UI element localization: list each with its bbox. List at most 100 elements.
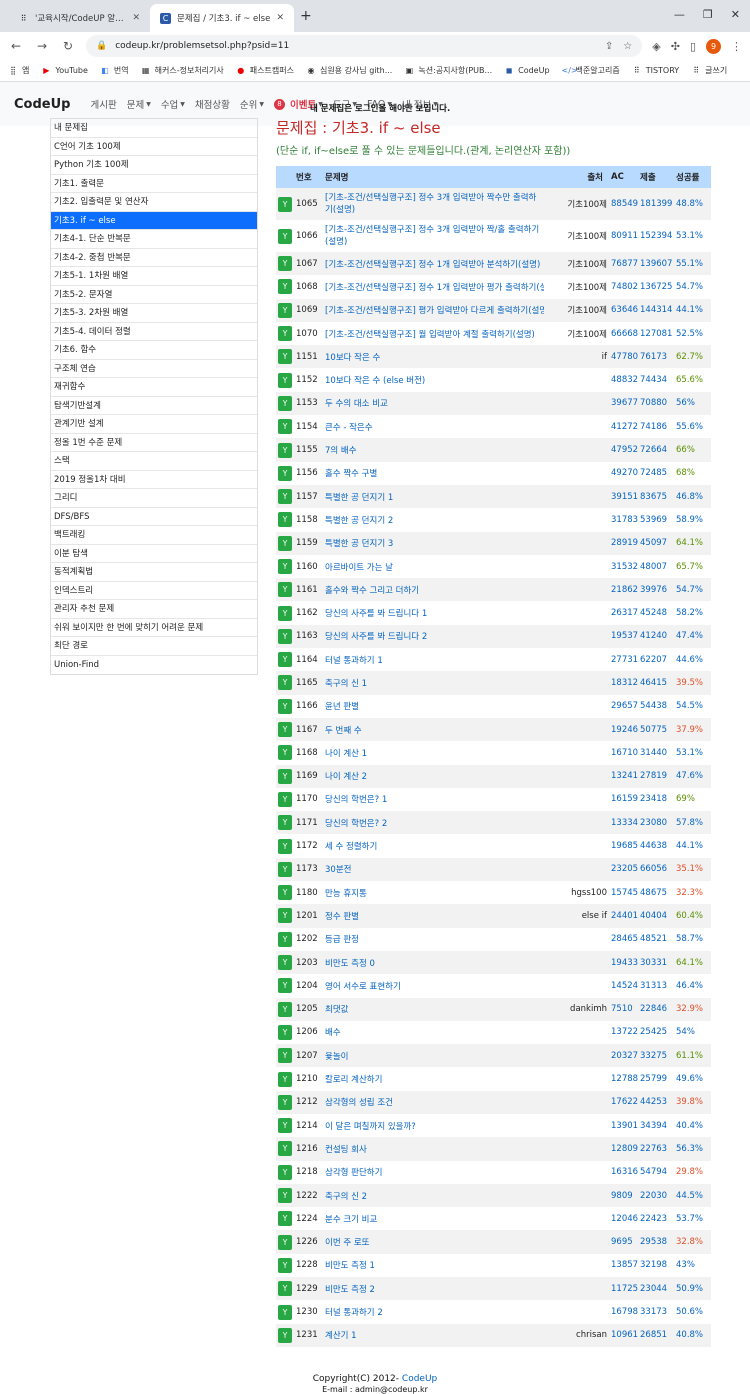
problem-title-link[interactable]: 만능 휴지통	[325, 889, 367, 899]
accepted-badge[interactable]: Y	[278, 931, 292, 947]
maximize-icon[interactable]: ❐	[703, 8, 713, 21]
accepted-badge[interactable]: Y	[278, 791, 292, 807]
submit-count[interactable]: 23080	[640, 811, 676, 835]
sidebar-item[interactable]: 스택	[51, 452, 257, 471]
minimize-icon[interactable]: —	[674, 8, 685, 21]
accepted-badge[interactable]: Y	[278, 1094, 292, 1110]
submit-count[interactable]: 72664	[640, 438, 676, 462]
accepted-badge[interactable]: Y	[278, 745, 292, 761]
ac-count[interactable]: 9809	[611, 1183, 640, 1208]
ac-count[interactable]: 28465	[611, 928, 640, 951]
accepted-badge[interactable]: Y	[278, 698, 292, 714]
ac-count[interactable]: 16316	[611, 1161, 640, 1184]
submit-count[interactable]: 139607	[640, 252, 676, 276]
problem-title-link[interactable]: 당신의 학번은? 2	[325, 819, 387, 829]
accepted-badge[interactable]: Y	[278, 349, 292, 365]
sidebar-item[interactable]: 기초6. 함수	[51, 341, 257, 360]
problem-title-link[interactable]: 당신의 학번은? 1	[325, 795, 387, 805]
problem-title-link[interactable]: 아르바이트 가는 날	[325, 563, 393, 573]
problem-title-link[interactable]: 당신의 사주를 봐 드립니다 1	[325, 609, 427, 619]
ac-count[interactable]: 88549	[611, 188, 640, 220]
submit-count[interactable]: 136725	[640, 275, 676, 298]
bookmark-write[interactable]: ⠿ 글쓰기	[691, 65, 727, 76]
sidebar-item[interactable]: 동적계획법	[51, 563, 257, 582]
submit-count[interactable]: 39976	[640, 578, 676, 602]
ac-count[interactable]: 21862	[611, 578, 640, 602]
ac-count[interactable]: 14524	[611, 974, 640, 997]
accepted-badge[interactable]: Y	[278, 722, 292, 738]
problem-title-link[interactable]: 분수 크기 비교	[325, 1215, 377, 1225]
close-tab-icon[interactable]: ✕	[132, 13, 140, 23]
submit-count[interactable]: 22030	[640, 1183, 676, 1208]
sidebar-item[interactable]: 기초1. 출력문	[51, 175, 257, 193]
ac-count[interactable]: 17622	[611, 1090, 640, 1114]
ac-count[interactable]: 41272	[611, 415, 640, 438]
problem-title-link[interactable]: 계산기 1	[325, 1331, 357, 1341]
bookmark-apps[interactable]: ⣿ 앱	[8, 65, 29, 76]
ac-count[interactable]: 48832	[611, 368, 640, 391]
bookmark-star-icon[interactable]: ☆	[623, 41, 632, 52]
submit-count[interactable]: 34394	[640, 1114, 676, 1137]
extensions-puzzle-icon[interactable]: ✣	[671, 40, 680, 53]
problem-title-link[interactable]: [기초-조건/선택실행구조] 정수 1개 입력받아 분석하기(설명)	[325, 260, 540, 270]
ac-count[interactable]: 28919	[611, 531, 640, 555]
ac-count[interactable]: 13334	[611, 811, 640, 835]
sidebar-item[interactable]: 기초5-4. 데이터 정렬	[51, 323, 257, 341]
address-bar[interactable]: 🔒 codeup.kr/problemsetsol.php?psid=11 ⇪ …	[86, 35, 643, 57]
accepted-badge[interactable]: Y	[278, 955, 292, 971]
problem-title-link[interactable]: 큰수 - 작은수	[325, 423, 373, 433]
ac-count[interactable]: 7510	[611, 997, 640, 1021]
accepted-badge[interactable]: Y	[278, 1001, 292, 1017]
submit-count[interactable]: 31313	[640, 974, 676, 997]
problem-title-link[interactable]: 30분전	[325, 865, 351, 875]
accepted-badge[interactable]: Y	[278, 768, 292, 784]
ac-count[interactable]: 20327	[611, 1044, 640, 1068]
accepted-badge[interactable]: Y	[278, 279, 292, 295]
site-logo[interactable]: CodeUp	[14, 97, 70, 112]
submit-count[interactable]: 31440	[640, 741, 676, 764]
ac-count[interactable]: 16159	[611, 788, 640, 811]
problem-title-link[interactable]: 배수	[325, 1028, 341, 1038]
accepted-badge[interactable]: Y	[278, 582, 292, 598]
accepted-badge[interactable]: Y	[278, 1141, 292, 1157]
sidebar-item[interactable]: 기초4-2. 중첩 반복문	[51, 249, 257, 267]
submit-count[interactable]: 46415	[640, 671, 676, 695]
problem-title-link[interactable]: 축구의 신 2	[325, 1192, 367, 1202]
submit-count[interactable]: 23044	[640, 1277, 676, 1301]
submit-count[interactable]: 66056	[640, 857, 676, 882]
submit-count[interactable]: 25799	[640, 1067, 676, 1090]
ac-count[interactable]: 31532	[611, 555, 640, 578]
submit-count[interactable]: 48007	[640, 555, 676, 578]
nav-board[interactable]: 게시판	[90, 97, 116, 111]
submit-count[interactable]: 41240	[640, 624, 676, 649]
bookmark-notion[interactable]: ▣ 녹션:공지사항(PUB...	[404, 65, 493, 76]
problem-title-link[interactable]: 컨설팅 회사	[325, 1145, 367, 1155]
sidebar-item[interactable]: 기초5-3. 2차원 배열	[51, 304, 257, 323]
sidebar-item[interactable]: 관계기반 설계	[51, 415, 257, 434]
sidebar-item[interactable]: Python 기초 100제	[51, 156, 257, 175]
bookmark-github[interactable]: ◉ 심원용 강사님 gith...	[306, 65, 392, 76]
submit-count[interactable]: 26851	[640, 1323, 676, 1347]
problem-title-link[interactable]: 윷놀이	[325, 1052, 348, 1062]
accepted-badge[interactable]: Y	[278, 978, 292, 994]
accepted-badge[interactable]: Y	[278, 228, 292, 244]
ac-count[interactable]: 19433	[611, 950, 640, 975]
problem-title-link[interactable]: 10보다 작은 수 (else 버전)	[325, 376, 425, 386]
accepted-badge[interactable]: Y	[278, 419, 292, 435]
ac-count[interactable]: 29657	[611, 695, 640, 718]
problem-title-link[interactable]: 나이 계산 1	[325, 749, 367, 759]
accepted-badge[interactable]: Y	[278, 1327, 292, 1343]
sidebar-item[interactable]: 백트래킹	[51, 526, 257, 545]
ac-count[interactable]: 27731	[611, 648, 640, 671]
submit-count[interactable]: 23418	[640, 788, 676, 811]
accepted-badge[interactable]: Y	[278, 489, 292, 505]
submit-count[interactable]: 62207	[640, 648, 676, 671]
new-tab-icon[interactable]: +	[300, 8, 312, 24]
browser-tab[interactable]: ⠿ '교육시작/CodeUP 알고리즘 문제' ✕	[8, 4, 150, 32]
submit-count[interactable]: 22763	[640, 1137, 676, 1161]
nav-ranking[interactable]: 순위 ▼	[240, 97, 264, 111]
ac-count[interactable]: 13722	[611, 1021, 640, 1044]
problem-title-link[interactable]: 비만도 측정 2	[325, 1285, 375, 1295]
ac-count[interactable]: 49270	[611, 462, 640, 485]
submit-count[interactable]: 48521	[640, 928, 676, 951]
